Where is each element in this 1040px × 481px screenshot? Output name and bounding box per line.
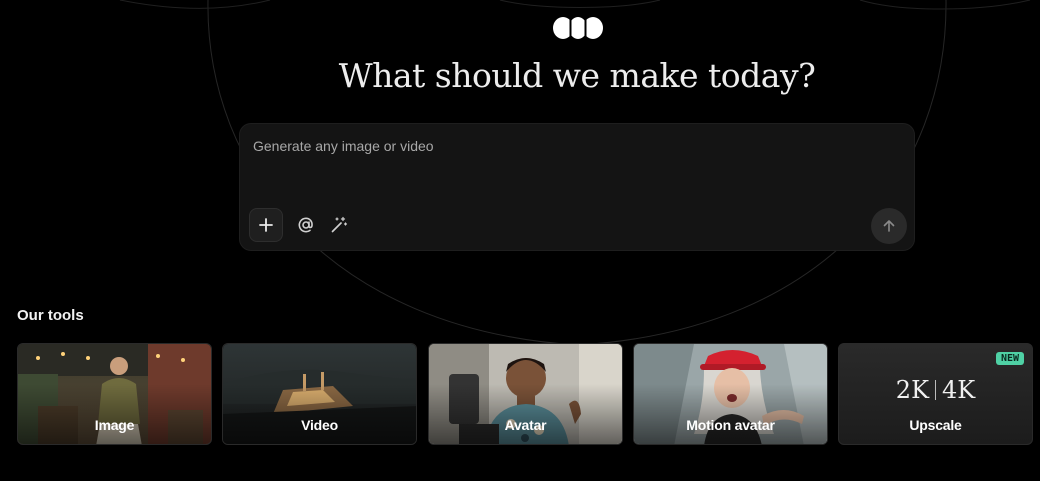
plus-icon (259, 218, 273, 232)
tool-card-image[interactable]: Image (17, 343, 212, 445)
tool-card-motion-avatar[interactable]: Motion avatar (633, 343, 828, 445)
mention-button[interactable] (294, 213, 318, 237)
tool-card-video[interactable]: Video (222, 343, 417, 445)
resolution-divider (935, 380, 936, 400)
tool-card-label: Avatar (504, 417, 547, 433)
tool-card-label: Image (94, 417, 135, 433)
tool-card-upscale[interactable]: NEW 2K 4K Upscale (838, 343, 1033, 445)
new-badge: NEW (995, 352, 1024, 365)
add-button[interactable] (249, 208, 283, 242)
brand-logo (553, 17, 603, 39)
magic-wand-icon (331, 216, 348, 233)
prompt-composer (239, 123, 915, 251)
arrow-up-icon (883, 220, 895, 232)
tool-card-label: Video (301, 417, 338, 433)
at-icon (298, 217, 313, 233)
send-button[interactable] (871, 208, 907, 244)
page-title: What should we make today? (338, 56, 816, 95)
tools-section-title: Our tools (17, 307, 84, 324)
resolution-indicator: 2K 4K (839, 376, 1032, 404)
tool-card-label: Upscale (909, 417, 962, 433)
prompt-input[interactable] (253, 138, 893, 198)
enhance-prompt-button[interactable] (327, 213, 351, 237)
resolution-4k: 4K (942, 376, 976, 404)
tool-card-label: Motion avatar (686, 417, 775, 433)
resolution-2k: 2K (895, 376, 929, 404)
tool-card-avatar[interactable]: Avatar (428, 343, 623, 445)
